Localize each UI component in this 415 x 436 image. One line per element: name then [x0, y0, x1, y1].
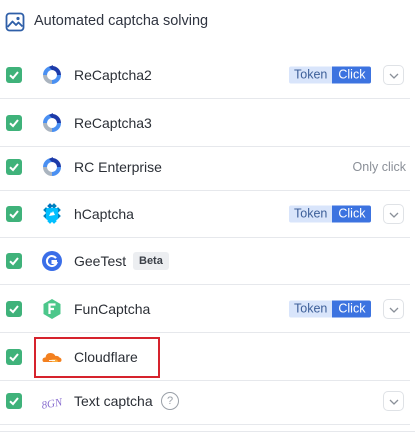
click-option[interactable]: Click: [332, 300, 372, 318]
enable-checkbox[interactable]: [6, 349, 22, 365]
captcha-row-cloudflare: Cloudflare: [0, 334, 410, 381]
captcha-label: Cloudflare: [74, 349, 138, 365]
token-option[interactable]: Token: [289, 66, 333, 84]
enable-checkbox[interactable]: [6, 393, 22, 409]
captcha-label: FunCaptcha: [74, 301, 151, 317]
enable-checkbox[interactable]: [6, 301, 22, 317]
solve-mode-toggle: Token Click: [289, 205, 372, 223]
captcha-row-recaptcha2: ReCaptcha2 Token Click: [0, 52, 410, 99]
chevron-down-icon: [389, 399, 399, 405]
text-captcha-icon: 8GN: [41, 390, 64, 412]
captcha-row-text-captcha: 8GN Text captcha ?: [0, 378, 410, 425]
enable-checkbox[interactable]: [6, 67, 22, 83]
expand-button[interactable]: [383, 65, 404, 85]
expand-button[interactable]: [383, 204, 404, 224]
solve-mode-toggle: Token Click: [289, 300, 372, 318]
help-icon[interactable]: ?: [161, 392, 179, 410]
captcha-label: GeeTest: [74, 253, 127, 269]
section-header: Automated captcha solving: [0, 0, 415, 44]
beta-badge: Beta: [133, 252, 169, 270]
click-option[interactable]: Click: [332, 205, 372, 223]
divider: [0, 431, 415, 432]
section-title: Automated captcha solving: [34, 13, 209, 29]
captcha-label: ReCaptcha2: [74, 67, 152, 83]
only-click-note: Only click: [352, 160, 406, 174]
token-option[interactable]: Token: [289, 300, 333, 318]
solve-mode-toggle: Token Click: [289, 66, 372, 84]
chevron-down-icon: [389, 73, 399, 79]
chevron-down-icon: [389, 307, 399, 313]
image-icon: [5, 12, 25, 32]
enable-checkbox[interactable]: [6, 115, 22, 131]
captcha-row-funcaptcha: FunCaptcha Token Click: [0, 286, 410, 333]
recaptcha-icon: [41, 64, 63, 86]
captcha-label: Text captcha: [74, 393, 153, 409]
recaptcha-icon: [41, 112, 63, 134]
captcha-settings-panel: Automated captcha solving ReCaptcha2 Tok…: [0, 0, 415, 436]
captcha-row-hcaptcha: hCaptcha Token Click: [0, 191, 410, 238]
hcaptcha-icon: [41, 203, 63, 225]
funcaptcha-icon: [41, 298, 63, 320]
captcha-row-recaptcha3: ReCaptcha3: [0, 100, 410, 147]
geetest-icon: [41, 250, 63, 272]
enable-checkbox[interactable]: [6, 206, 22, 222]
captcha-label: RC Enterprise: [74, 159, 162, 175]
recaptcha-icon: [41, 156, 63, 178]
enable-checkbox[interactable]: [6, 253, 22, 269]
captcha-row-geetest: GeeTest Beta: [0, 238, 410, 285]
enable-checkbox[interactable]: [6, 159, 22, 175]
captcha-label: ReCaptcha3: [74, 115, 152, 131]
svg-text:8GN: 8GN: [41, 396, 63, 412]
captcha-row-rc-enterprise: RC Enterprise Only click: [0, 144, 410, 191]
click-option[interactable]: Click: [332, 66, 372, 84]
expand-button[interactable]: [383, 391, 404, 411]
captcha-label: hCaptcha: [74, 206, 134, 222]
cloudflare-icon: [41, 346, 63, 368]
chevron-down-icon: [389, 212, 399, 218]
token-option[interactable]: Token: [289, 205, 333, 223]
expand-button[interactable]: [383, 299, 404, 319]
